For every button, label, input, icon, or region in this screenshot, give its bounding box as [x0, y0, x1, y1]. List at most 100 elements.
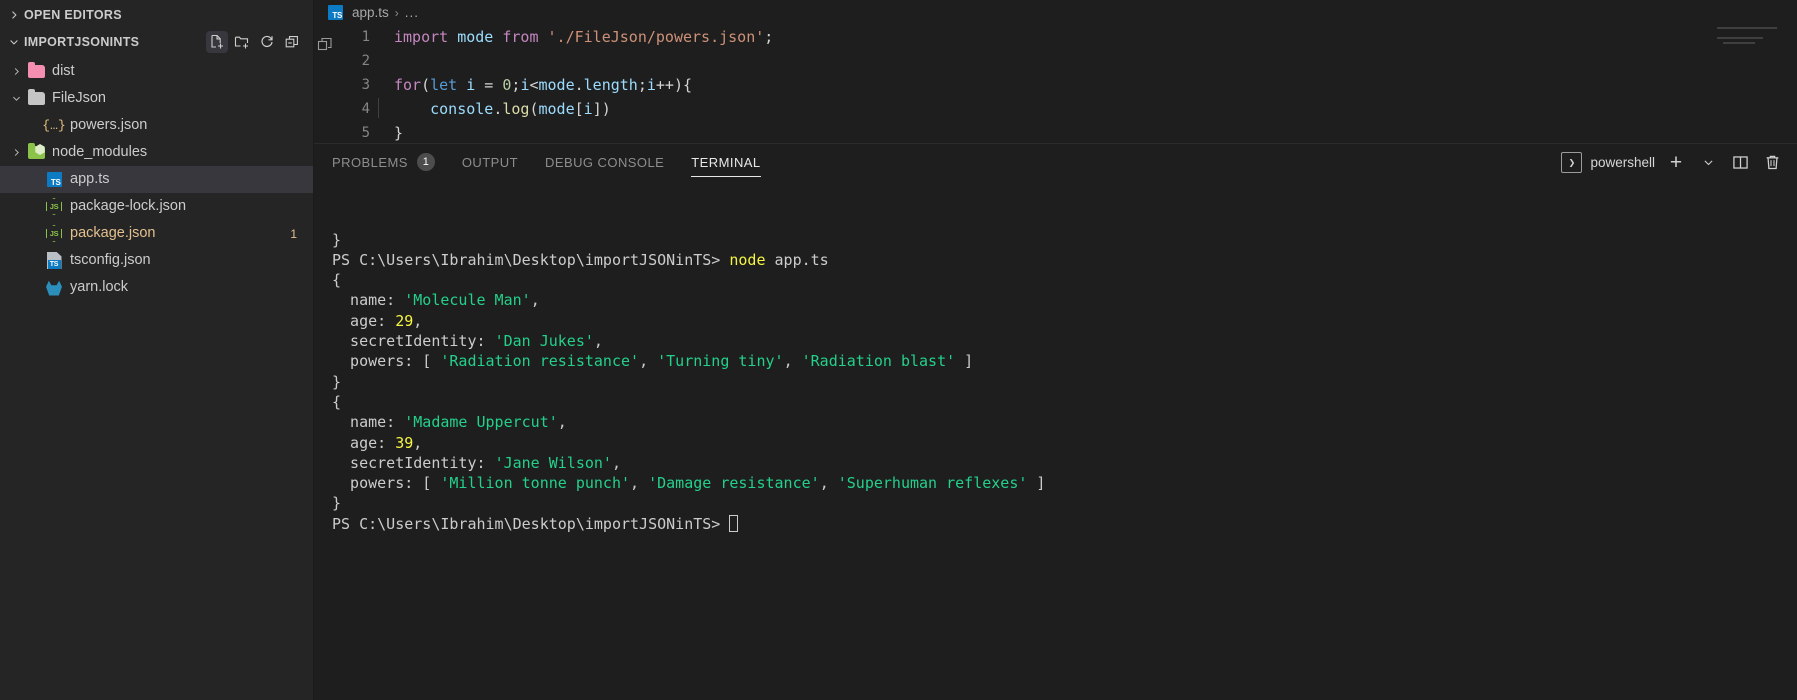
code-token: i: [583, 100, 593, 118]
code-lines[interactable]: 1 import mode from './FileJson/powers.jso…: [336, 25, 1797, 143]
line-number: 2: [361, 53, 370, 69]
terminal-line: }: [332, 372, 1797, 392]
tab-label: TERMINAL: [691, 154, 761, 170]
kill-terminal-button[interactable]: [1759, 149, 1785, 175]
tab-label: OUTPUT: [461, 154, 518, 170]
chevron-down-icon[interactable]: [8, 91, 24, 107]
terminal-cursor: [729, 514, 739, 532]
code-token: ]): [592, 100, 611, 118]
tree-item-dist[interactable]: dist: [0, 58, 313, 85]
tree-item-powers-json[interactable]: {…} powers.json: [0, 112, 313, 139]
terminal-line: PS C:\Users\Ibrahim\Desktop\importJSONin…: [332, 514, 1797, 534]
breadcrumb-more[interactable]: ...: [405, 5, 419, 20]
code-token: .: [574, 76, 584, 94]
project-section-header[interactable]: IMPORTJSONINTS: [0, 28, 313, 56]
terminal-text: {: [332, 271, 342, 290]
tab-debug-console[interactable]: DEBUG CONSOLE: [545, 144, 664, 180]
terminal-output[interactable]: } PS C:\Users\Ibrahim\Desktop\importJSONi…: [314, 180, 1797, 700]
code-token: ;: [764, 28, 774, 46]
tree-item-label: powers.json: [70, 117, 148, 134]
tree-item-label: yarn.lock: [70, 279, 129, 296]
code-token: import: [394, 28, 449, 46]
collapse-all-icon[interactable]: [281, 31, 303, 53]
terminal-text: 'Turning tiny': [657, 352, 784, 371]
tree-item-package-json[interactable]: JS package.json 1: [0, 220, 313, 247]
shell-label: powershell: [1590, 154, 1655, 170]
tree-item-tsconfig-json[interactable]: TS tsconfig.json: [0, 247, 313, 274]
open-editors-section-header[interactable]: OPEN EDITORS: [0, 2, 313, 28]
line-number: 1: [361, 29, 370, 45]
line-number: 4: [361, 101, 370, 117]
split-editor-icon[interactable]: [317, 37, 333, 143]
tab-terminal[interactable]: TERMINAL: [691, 144, 761, 180]
code-line[interactable]: 3 for(let i = 0;i<mode.length;i++){: [336, 73, 1797, 97]
breadcrumb[interactable]: TS app.ts › ...: [314, 0, 1797, 25]
tree-item-yarn-lock[interactable]: yarn.lock: [0, 274, 313, 301]
terminal-text: {: [332, 392, 342, 411]
terminal-text: powers: [: [332, 474, 441, 493]
terminal-text: ,: [639, 352, 658, 371]
chevron-right-icon[interactable]: [8, 64, 24, 80]
code-token: (: [421, 76, 431, 94]
chevron-right-icon[interactable]: [6, 7, 22, 23]
terminal-shell-selector[interactable]: ❯ powershell: [1561, 151, 1657, 173]
split-terminal-button[interactable]: [1727, 149, 1753, 175]
explorer-sidebar: OPEN EDITORS IMPORTJSONINTS dist FileJso…: [0, 0, 314, 700]
code-token: length: [583, 76, 638, 94]
code-text: console.log(mode[i]): [378, 97, 611, 121]
terminal-dropdown-button[interactable]: [1695, 149, 1721, 175]
tree-item-label: package-lock.json: [70, 198, 187, 215]
tab-problems[interactable]: PROBLEMS 1: [332, 144, 435, 180]
terminal-text: }: [332, 230, 342, 249]
code-line[interactable]: 4 console.log(mode[i]): [336, 97, 1797, 121]
bottom-panel: PROBLEMS 1 OUTPUT DEBUG CONSOLE TERMINAL…: [314, 143, 1797, 700]
chevron-down-icon[interactable]: [6, 34, 22, 50]
refresh-icon[interactable]: [256, 31, 278, 53]
terminal-line: name: 'Madame Uppercut',: [332, 412, 1797, 432]
terminal-line: secretIdentity: 'Jane Wilson',: [332, 453, 1797, 473]
chevron-right-icon[interactable]: [8, 145, 24, 161]
terminal-text: 39: [395, 433, 414, 452]
new-terminal-button[interactable]: +: [1663, 149, 1689, 175]
code-line[interactable]: 2: [336, 49, 1797, 73]
code-token: ++){: [655, 76, 693, 94]
tree-item-filejson[interactable]: FileJson: [0, 85, 313, 112]
terminal-text: 'Madame Uppercut': [404, 413, 558, 432]
terminal-text: name:: [332, 291, 405, 310]
code-token: mode: [538, 76, 575, 94]
vscode-window: OPEN EDITORS IMPORTJSONINTS dist FileJso…: [0, 0, 1797, 700]
new-folder-icon[interactable]: [231, 31, 253, 53]
code-token: [: [574, 100, 584, 118]
code-editor[interactable]: 1 import mode from './FileJson/powers.jso…: [314, 25, 1797, 143]
editor-minimap[interactable]: [1717, 27, 1787, 53]
breadcrumb-file[interactable]: app.ts: [352, 5, 389, 20]
tree-item-package-lock-json[interactable]: JS package-lock.json: [0, 193, 313, 220]
terminal-text: ,: [593, 332, 603, 351]
tree-item-app-ts[interactable]: TS app.ts: [0, 166, 313, 193]
terminal-text: 29: [395, 311, 414, 330]
terminal-text: age:: [332, 433, 396, 452]
code-text: import mode from './FileJson/powers.json…: [394, 25, 773, 49]
code-line[interactable]: 1 import mode from './FileJson/powers.jso…: [336, 25, 1797, 49]
json-icon: {…}: [42, 118, 66, 133]
terminal-text: secretIdentity:: [332, 453, 495, 472]
code-line[interactable]: 5}: [336, 121, 1797, 143]
tab-label: PROBLEMS: [332, 154, 408, 170]
code-text: }: [394, 121, 403, 143]
code-token: =: [475, 76, 503, 94]
tsconfig-icon: TS: [44, 252, 64, 270]
terminal-icon: ❯: [1561, 151, 1583, 173]
tab-output[interactable]: OUTPUT: [462, 144, 518, 180]
open-editors-label: OPEN EDITORS: [24, 8, 122, 22]
code-token: './FileJson/powers.json': [547, 28, 765, 46]
new-file-icon[interactable]: [206, 31, 228, 53]
terminal-text: 'Damage resistance': [648, 474, 820, 493]
terminal-line: }: [332, 230, 1797, 250]
terminal-text: ]: [1027, 474, 1046, 493]
code-token: ;: [637, 76, 647, 94]
panel-actions: ❯ powershell +: [1561, 149, 1785, 175]
code-token: i: [646, 76, 656, 94]
tree-item-node-modules[interactable]: node_modules: [0, 139, 313, 166]
